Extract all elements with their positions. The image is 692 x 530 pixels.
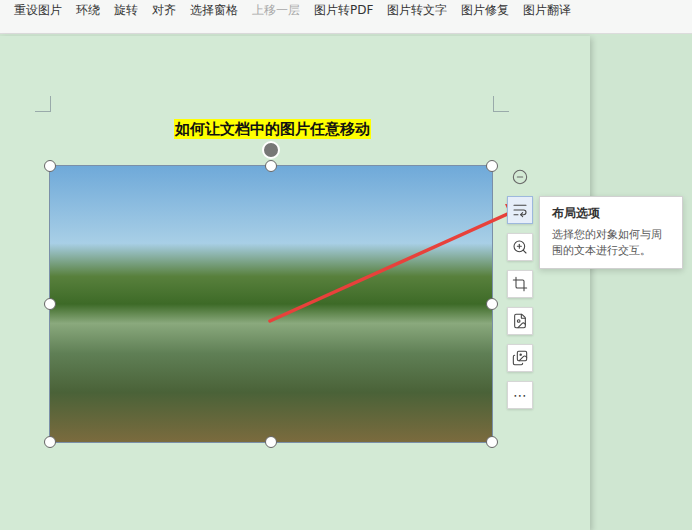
toolbar-item[interactable]: 图片转文字: [387, 0, 447, 17]
toolbar-item[interactable]: 上移一层: [252, 0, 300, 17]
collapse-button[interactable]: [510, 167, 530, 187]
crop-button[interactable]: [507, 270, 533, 298]
resize-handle[interactable]: [486, 160, 498, 172]
landscape-photo[interactable]: [50, 166, 492, 442]
tooltip-title: 布局选项: [552, 205, 672, 221]
title-row: 如何让文档中的图片任意移动: [50, 119, 495, 139]
resize-handle[interactable]: [44, 436, 56, 448]
corner-mark: [35, 96, 51, 112]
zoom-in-icon: [512, 239, 528, 255]
workspace: 如何让文档中的图片任意移动⋯布局选项选择您的对象如何与周围的文本进行交互。: [0, 34, 692, 530]
crop-icon: [512, 276, 528, 292]
resize-handle[interactable]: [265, 160, 277, 172]
tooltip-text: 选择您的对象如何与周围的文本进行交互。: [552, 227, 672, 259]
toolbar-item[interactable]: 图片修复: [461, 0, 509, 17]
document-page: 如何让文档中的图片任意移动 ⋯布局选项选择您的对象如何与周围的文本进行交互。: [0, 36, 590, 530]
toolbar-item[interactable]: 选择窗格: [190, 0, 238, 17]
picture-toolbar: 重设图片环绕旋转对齐选择窗格上移一层图片转PDF 图片转文字图片修复图片翻译: [0, 0, 692, 34]
toolbar-item[interactable]: 图片翻译: [523, 0, 571, 17]
corner-mark: [493, 96, 509, 112]
resize-handle[interactable]: [44, 298, 56, 310]
red-arrow-icon: [50, 166, 550, 442]
toolbar-item[interactable]: 环绕: [76, 0, 100, 17]
more-button[interactable]: ⋯: [507, 381, 533, 409]
rotate-handle[interactable]: [262, 141, 280, 159]
toolbar-item[interactable]: 旋转: [114, 0, 138, 17]
wps-window: 重设图片环绕旋转对齐选择窗格上移一层图片转PDF 图片转文字图片修复图片翻译如何让…: [0, 0, 692, 530]
resize-handle[interactable]: [44, 160, 56, 172]
resize-handle[interactable]: [486, 298, 498, 310]
toolbar-item[interactable]: 重设图片: [14, 0, 62, 17]
floating-toolbar: ⋯: [507, 167, 533, 409]
document-title[interactable]: 如何让文档中的图片任意移动: [174, 119, 371, 139]
replace-image-icon: [512, 350, 528, 366]
resize-handle[interactable]: [265, 436, 277, 448]
resize-handle[interactable]: [486, 436, 498, 448]
zoom-button[interactable]: [507, 233, 533, 261]
image-frame[interactable]: ⋯布局选项选择您的对象如何与周围的文本进行交互。: [50, 166, 492, 442]
replace-button[interactable]: [507, 344, 533, 372]
minus-circle-icon: [512, 169, 528, 185]
convert-button[interactable]: [507, 307, 533, 335]
layout-button[interactable]: [507, 196, 533, 224]
toolbar-item[interactable]: 图片转PDF: [314, 0, 373, 17]
tooltip: 布局选项选择您的对象如何与周围的文本进行交互。: [539, 196, 683, 269]
image-to-text-icon: [512, 313, 528, 329]
toolbar-item[interactable]: 对齐: [152, 0, 176, 17]
layout-icon: [512, 202, 528, 218]
